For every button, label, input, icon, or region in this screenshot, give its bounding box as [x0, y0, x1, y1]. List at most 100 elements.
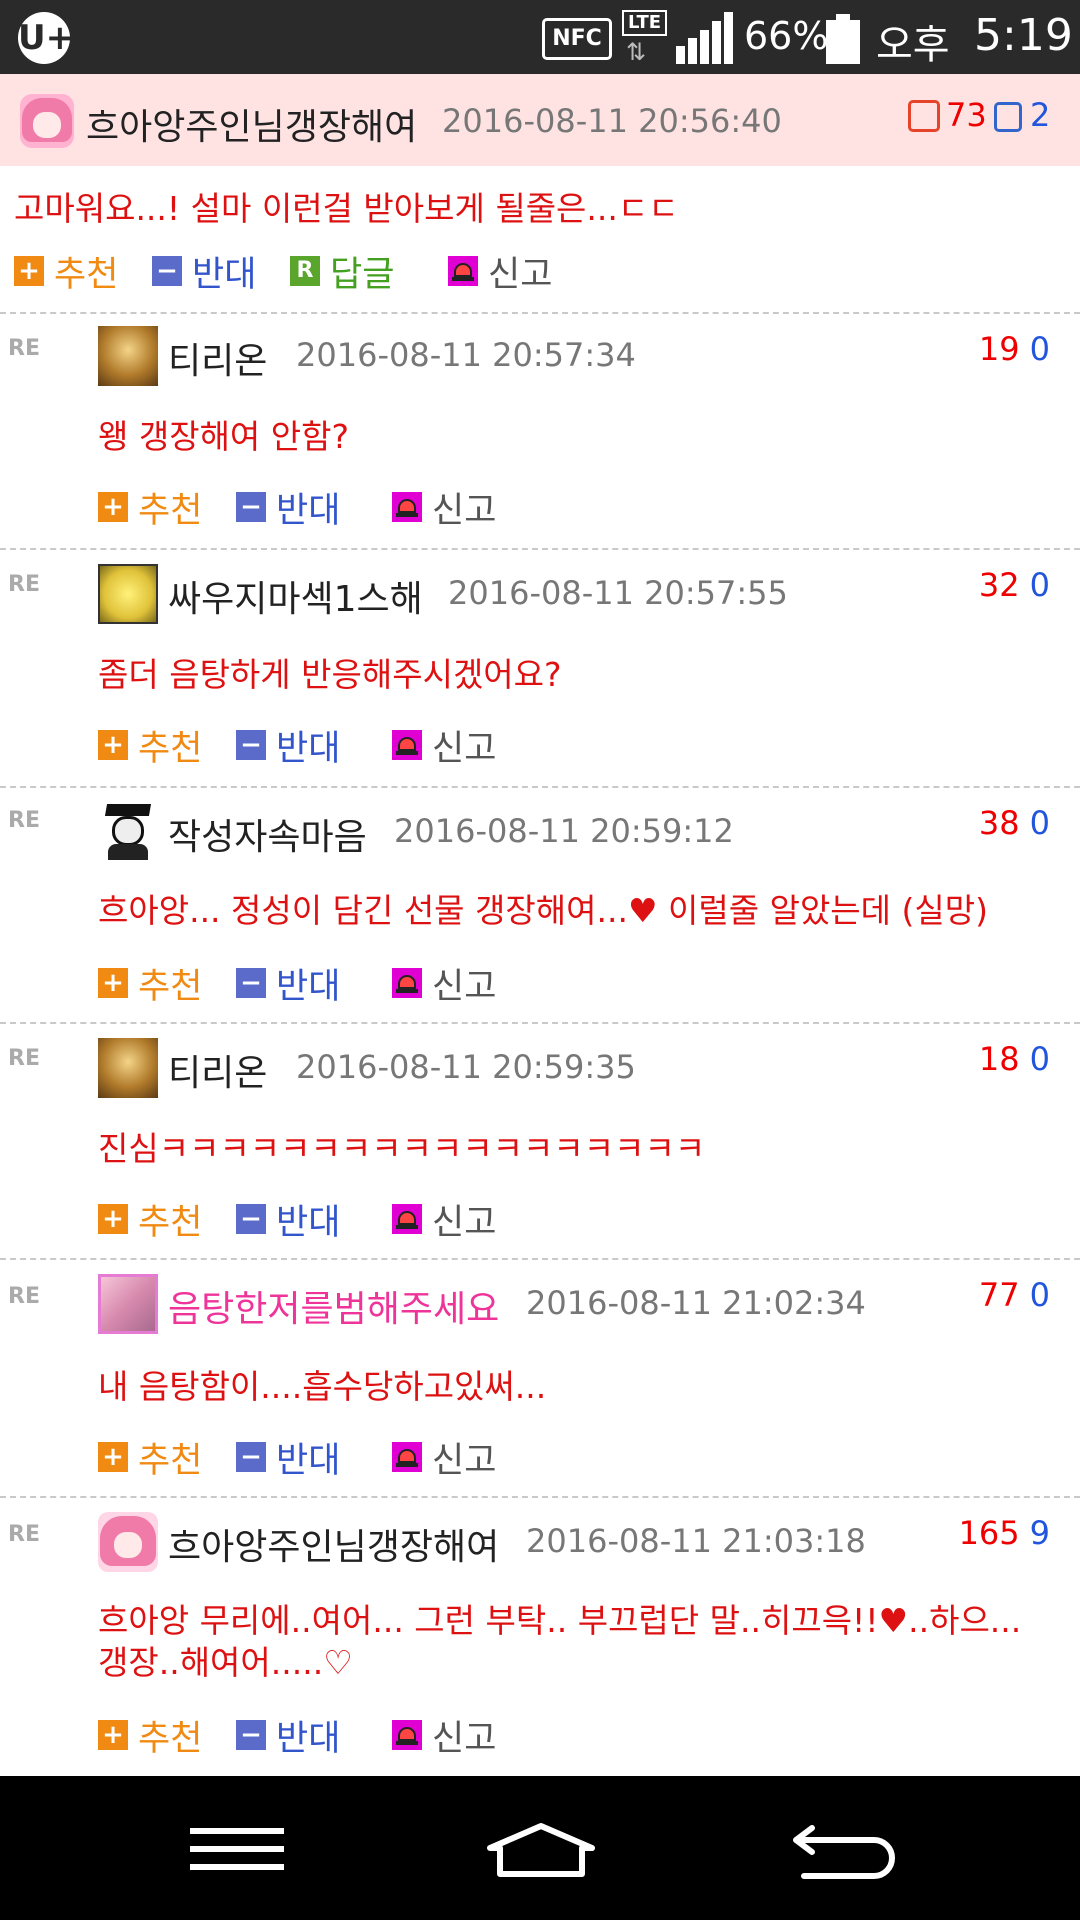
report-button[interactable]: 신고 [448, 250, 552, 295]
comment-date: 2016-08-11 20:57:34 [296, 336, 636, 374]
upvote-count: 73 [946, 96, 987, 134]
clock-time: 5:19 [974, 10, 1073, 61]
avatar[interactable] [98, 326, 158, 386]
oppose-button[interactable]: − 반대 [236, 1198, 340, 1243]
siren-icon [392, 968, 422, 998]
comment-actions: + 추천 − 반대 신고 [98, 1436, 518, 1481]
recommend-button[interactable]: + 추천 [98, 1436, 202, 1481]
avatar[interactable] [20, 94, 74, 148]
oppose-button[interactable]: − 반대 [152, 250, 256, 295]
nfc-icon: NFC [542, 18, 612, 60]
report-button[interactable]: 신고 [392, 962, 496, 1007]
menu-icon[interactable] [190, 1828, 284, 1870]
reply-button[interactable]: R 답글 [290, 250, 394, 295]
oppose-button[interactable]: − 반대 [236, 486, 340, 531]
comment-text: 내 음탕함이....흡수당하고있써... [98, 1367, 547, 1406]
recommend-button[interactable]: + 추천 [98, 486, 202, 531]
comment-votes: 165 9 [958, 1514, 1050, 1552]
comment-date: 2016-08-11 20:57:55 [448, 574, 788, 612]
recommend-button[interactable]: + 추천 [98, 724, 202, 769]
oppose-button[interactable]: − 반대 [236, 1436, 340, 1481]
carrier-logo-icon: U+ [18, 12, 74, 64]
oppose-button[interactable]: − 반대 [236, 724, 340, 769]
comment-author[interactable]: 싸우지마섹1스해 [168, 570, 423, 622]
oppose-button[interactable]: − 반대 [236, 962, 340, 1007]
comment-text: 진심ㅋㅋㅋㅋㅋㅋㅋㅋㅋㅋㅋㅋㅋㅋㅋㅋㅋㅋ [98, 1129, 706, 1168]
siren-icon [392, 1720, 422, 1750]
report-button[interactable]: 신고 [392, 1198, 496, 1243]
comment-votes: 18 0 [978, 1040, 1050, 1078]
battery-percent: 66% [744, 14, 829, 58]
divider [0, 1496, 1080, 1498]
comment-text-line2: 갱장..해여어.....♡ [98, 1643, 353, 1682]
comment-actions: + 추천 − 반대 신고 [98, 724, 518, 769]
minus-icon: − [236, 1442, 266, 1472]
avatar[interactable] [98, 800, 158, 860]
recommend-button[interactable]: + 추천 [98, 1198, 202, 1243]
avatar[interactable] [98, 1038, 158, 1098]
thumbs-up-icon [908, 100, 940, 132]
reply-icon: R [290, 256, 320, 286]
avatar[interactable] [98, 564, 158, 624]
comment-actions: + 추천 − 반대 신고 [98, 1714, 518, 1759]
reply-arrow-icon: RE [8, 572, 40, 597]
home-icon[interactable] [486, 1822, 596, 1878]
post-actions: + 추천 − 반대 R 답글 신고 [14, 250, 574, 295]
minus-icon: − [236, 1204, 266, 1234]
post-date: 2016-08-11 20:56:40 [442, 102, 782, 140]
plus-icon: + [98, 1720, 128, 1750]
report-button[interactable]: 신고 [392, 1436, 496, 1481]
plus-icon: + [98, 730, 128, 760]
recommend-button[interactable]: + 추천 [98, 962, 202, 1007]
report-button[interactable]: 신고 [392, 724, 496, 769]
comment-author[interactable]: 작성자속마음 [168, 808, 367, 860]
comment-votes: 19 0 [978, 330, 1050, 368]
lte-icon: LTE [622, 10, 668, 36]
status-bar: U+ NFC LTE ⇅ 66% 오후 5:19 [0, 0, 1080, 74]
comment-actions: + 추천 − 반대 신고 [98, 962, 518, 1007]
reply-arrow-icon: RE [8, 1046, 40, 1071]
siren-icon [392, 1442, 422, 1472]
comment-votes: 77 0 [978, 1276, 1050, 1314]
avatar[interactable] [98, 1512, 158, 1572]
post-author[interactable]: 흐아앙주인님갱장해여 [86, 98, 417, 150]
comment-author[interactable]: 흐아앙주인님갱장해여 [168, 1518, 499, 1570]
divider [0, 548, 1080, 550]
siren-icon [448, 256, 478, 286]
plus-icon: + [98, 492, 128, 522]
back-icon[interactable] [790, 1820, 900, 1880]
report-button[interactable]: 신고 [392, 486, 496, 531]
reply-arrow-icon: RE [8, 1284, 40, 1309]
comment-text: 왱 갱장해여 안함? [98, 417, 350, 456]
reply-arrow-icon: RE [8, 1522, 40, 1547]
oppose-button[interactable]: − 반대 [236, 1714, 340, 1759]
comment-date: 2016-08-11 21:02:34 [526, 1284, 866, 1322]
divider [0, 1258, 1080, 1260]
minus-icon: − [236, 492, 266, 522]
thumbs-down-icon [994, 102, 1022, 132]
reply-arrow-icon: RE [8, 808, 40, 833]
divider [0, 1022, 1080, 1024]
recommend-button[interactable]: + 추천 [98, 1714, 202, 1759]
minus-icon: − [236, 1720, 266, 1750]
comment-date: 2016-08-11 20:59:12 [394, 812, 734, 850]
comment-votes: 32 0 [978, 566, 1050, 604]
plus-icon: + [98, 1204, 128, 1234]
recommend-button[interactable]: + 추천 [14, 250, 118, 295]
siren-icon [392, 730, 422, 760]
siren-icon [392, 1204, 422, 1234]
comment-author[interactable]: 티리온 [168, 1044, 267, 1096]
comment-votes: 38 0 [978, 804, 1050, 842]
minus-icon: − [236, 730, 266, 760]
avatar[interactable] [98, 1274, 158, 1334]
report-button[interactable]: 신고 [392, 1714, 496, 1759]
data-arrows-icon: ⇅ [626, 38, 647, 66]
post-header: 흐아앙주인님갱장해여 2016-08-11 20:56:40 73 2 [0, 74, 1080, 166]
comment-text: 좀더 음탕하게 반응해주시겠어요? [98, 655, 562, 694]
clock-ampm: 오후 [876, 22, 950, 68]
downvote-count: 2 [1030, 96, 1051, 134]
minus-icon: − [236, 968, 266, 998]
comment-author[interactable]: 음탕한저를범해주세요 [168, 1280, 499, 1332]
comment-author[interactable]: 티리온 [168, 332, 267, 384]
plus-icon: + [98, 1442, 128, 1472]
